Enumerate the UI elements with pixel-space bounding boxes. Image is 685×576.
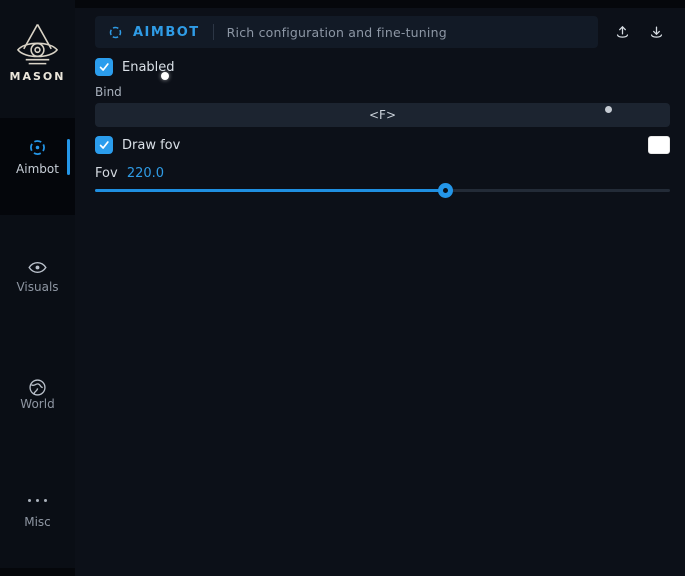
bind-label: Bind [95, 85, 122, 99]
fov-slider[interactable] [95, 182, 670, 198]
page-subtitle: Rich configuration and fine-tuning [227, 25, 447, 40]
crosshair-icon [27, 137, 48, 158]
check-icon [98, 61, 110, 73]
download-icon [648, 24, 665, 41]
fov-color-picker[interactable] [648, 136, 670, 154]
page-header: AIMBOT Rich configuration and fine-tunin… [95, 16, 598, 48]
import-config-button[interactable] [642, 18, 670, 46]
sidebar-item-world[interactable] [0, 370, 75, 416]
enabled-checkbox[interactable] [95, 58, 113, 76]
sidebar-item-visuals[interactable] [0, 250, 75, 296]
header-divider [213, 24, 214, 40]
mouse-cursor-dot [161, 72, 169, 80]
pyramid-eye-icon [14, 22, 61, 68]
bind-keybind-field[interactable]: <F> [95, 103, 670, 127]
mason-menu-window: MASON Aimbot Visuals World Misc AIMBOT R… [0, 0, 685, 576]
fov-value: 220.0 [127, 166, 164, 181]
fov-slider-thumb[interactable] [438, 183, 453, 198]
draw-fov-label: Draw fov [122, 138, 180, 153]
fov-value-row: Fov 220.0 [95, 166, 164, 181]
fov-label: Fov [95, 166, 118, 181]
fov-slider-fill [95, 189, 446, 192]
brand-name: MASON [0, 70, 75, 83]
content-area [75, 8, 685, 576]
draw-fov-checkbox[interactable] [95, 136, 113, 154]
export-config-button[interactable] [608, 18, 636, 46]
check-icon [98, 139, 110, 151]
sidebar-item-misc[interactable] [0, 492, 75, 538]
sidebar-item-label-aimbot: Aimbot [0, 162, 75, 176]
bind-indicator-dot [605, 106, 612, 113]
upload-icon [614, 24, 631, 41]
page-title: AIMBOT [133, 25, 200, 40]
crosshair-icon [108, 25, 123, 40]
